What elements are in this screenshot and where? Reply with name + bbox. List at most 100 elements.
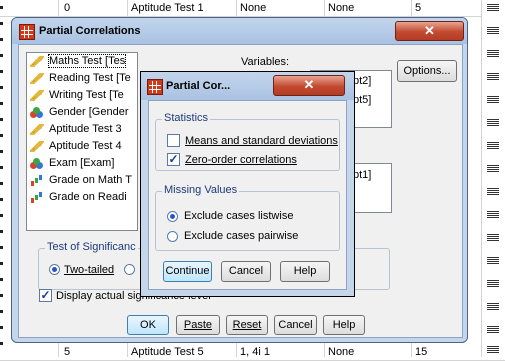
- table-row: 5 Aptitude Test 5 1, 4i 1 None 15: [0, 344, 505, 361]
- continue-button[interactable]: Continue: [163, 261, 212, 282]
- dialog-title: Partial Correlations: [39, 25, 141, 37]
- variable-label: Aptitude Test 4: [49, 140, 122, 152]
- table-cell: None: [328, 346, 355, 358]
- ordinal-icon: [30, 175, 44, 186]
- means-sd-checkbox[interactable]: [167, 134, 180, 147]
- table-row: 0 Aptitude Test 1 None None 5: [0, 0, 505, 17]
- list-item[interactable]: Gender [Gender: [27, 104, 137, 121]
- align-right-icon: [487, 119, 499, 128]
- zero-order-checkbox[interactable]: ✓: [167, 153, 180, 166]
- ok-button[interactable]: OK: [127, 315, 169, 335]
- list-item[interactable]: Maths Test [Tes: [27, 53, 137, 70]
- variable-label: Writing Test [Te: [49, 89, 124, 101]
- pairwise-label[interactable]: Exclude cases pairwise: [184, 230, 298, 242]
- pairwise-radio[interactable]: [167, 231, 178, 242]
- list-item[interactable]: Exam [Exam]: [27, 155, 137, 172]
- variables-label: Variables:: [241, 56, 290, 68]
- options-title: Partial Cor...: [166, 80, 231, 92]
- spss-app-icon: [147, 79, 163, 95]
- align-right-icon: [487, 188, 499, 197]
- options-close-button[interactable]: ✕: [273, 75, 345, 96]
- cancel-button[interactable]: Cancel: [274, 315, 317, 335]
- dialog-titlebar[interactable]: Partial Correlations ✕: [12, 18, 467, 44]
- align-right-icon: [487, 4, 499, 13]
- statistics-legend: Statistics: [162, 112, 211, 124]
- reset-button[interactable]: Reset: [226, 315, 268, 335]
- table-cell: 1, 4i 1: [240, 346, 270, 358]
- align-right-icon: [487, 73, 499, 82]
- list-item[interactable]: Aptitude Test 3: [27, 121, 137, 138]
- variable-label: Exam [Exam]: [49, 157, 115, 169]
- ordinal-icon: [30, 192, 44, 203]
- paste-button[interactable]: Paste: [176, 315, 220, 335]
- align-right-icon: [487, 165, 499, 174]
- align-right-icon: [487, 27, 499, 36]
- align-right-icon: [487, 326, 499, 335]
- source-variable-list[interactable]: Maths Test [Tes Reading Test [Te Writing T…: [26, 52, 138, 231]
- row-markers: [0, 0, 6, 357]
- align-right-icon: [487, 234, 499, 243]
- table-cell: 15: [415, 346, 428, 358]
- paste-button-label: Paste: [183, 319, 213, 331]
- variable-label: Aptitude Test 3: [49, 123, 122, 135]
- significance-legend: Test of Significanc: [45, 241, 138, 253]
- table-cell: 0: [64, 2, 71, 14]
- options-cancel-button[interactable]: Cancel: [221, 261, 271, 282]
- means-sd-label[interactable]: Means and standard deviations: [185, 135, 338, 147]
- display-significance-checkbox[interactable]: ✓: [39, 289, 52, 302]
- scale-ruler-icon: [30, 90, 44, 101]
- variable-label: Maths Test [Tes: [47, 54, 127, 68]
- align-right-icon: [487, 280, 499, 289]
- options-body: Statistics Means and standard deviations…: [148, 100, 347, 290]
- table-cell: None: [328, 2, 355, 14]
- help-button[interactable]: Help: [323, 315, 365, 335]
- list-item[interactable]: Grade on Math T: [27, 172, 137, 189]
- two-tailed-radio[interactable]: [49, 264, 60, 275]
- variable-label: Gender [Gender: [49, 106, 129, 118]
- table-cell: None: [240, 2, 267, 14]
- listwise-label[interactable]: Exclude cases listwise: [184, 210, 293, 222]
- scale-ruler-icon: [30, 141, 44, 152]
- zero-order-text: Zero-order correlations: [185, 154, 297, 166]
- zero-order-label[interactable]: Zero-order correlations: [185, 154, 297, 166]
- align-right-icon: [487, 303, 499, 312]
- controlling-entry[interactable]: pt1]: [353, 169, 371, 181]
- variable-label: Reading Test [Te: [49, 72, 131, 84]
- align-right-icon: [487, 346, 499, 355]
- nominal-icon: [30, 158, 44, 169]
- reset-button-label: Reset: [232, 319, 262, 331]
- align-right-icon: [487, 257, 499, 266]
- options-button[interactable]: Options...: [397, 60, 457, 82]
- two-tailed-label[interactable]: Two-tailed: [64, 264, 114, 276]
- list-item[interactable]: Aptitude Test 4: [27, 138, 137, 155]
- close-button[interactable]: ✕: [395, 21, 464, 41]
- one-tailed-radio[interactable]: [124, 264, 135, 275]
- variable-entry[interactable]: pt5]: [353, 94, 371, 106]
- list-item[interactable]: Reading Test [Te: [27, 70, 137, 87]
- options-help-button[interactable]: Help: [280, 261, 330, 282]
- nominal-icon: [30, 107, 44, 118]
- listwise-radio[interactable]: [167, 211, 178, 222]
- align-right-icon: [487, 96, 499, 105]
- table-cell: Aptitude Test 5: [131, 346, 204, 358]
- options-titlebar[interactable]: Partial Cor... ✕: [141, 72, 354, 100]
- align-right-icon: [487, 211, 499, 220]
- list-item[interactable]: Writing Test [Te: [27, 87, 137, 104]
- measure-column: [482, 0, 505, 357]
- variable-label: Grade on Math T: [49, 174, 132, 186]
- scale-ruler-icon: [30, 73, 44, 84]
- align-right-icon: [487, 50, 499, 59]
- table-cell: 5: [415, 2, 422, 14]
- partial-correlations-options-dialog: Partial Cor... ✕ Statistics Means and st…: [140, 71, 355, 297]
- align-right-icon: [487, 142, 499, 151]
- list-item[interactable]: Grade on Readi: [27, 189, 137, 206]
- table-cell: 5: [64, 346, 71, 358]
- table-cell: Aptitude Test 1: [131, 2, 204, 14]
- missing-values-legend: Missing Values: [162, 184, 240, 196]
- variable-entry[interactable]: pt2]: [353, 75, 371, 87]
- scale-ruler-icon: [30, 56, 44, 67]
- variable-label: Grade on Readi: [49, 191, 127, 203]
- means-sd-text: Means and standard deviations: [185, 135, 338, 147]
- scale-ruler-icon: [30, 124, 44, 135]
- spss-app-icon: [19, 24, 35, 40]
